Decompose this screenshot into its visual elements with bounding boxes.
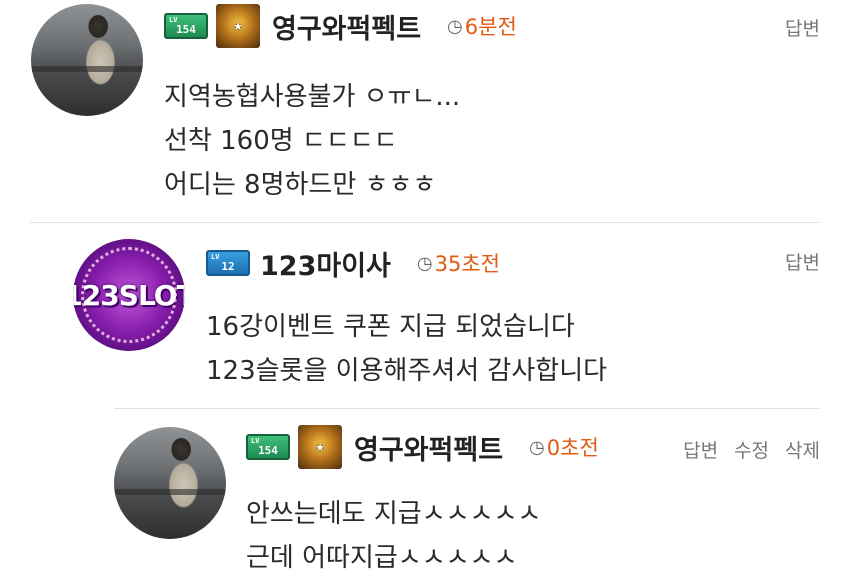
comment-2: 123SLOT LV12 123마이사 ◷35초전 답변 16강이벤트 쿠폰 지… bbox=[0, 222, 850, 408]
comment-body: 안쓰는데도 지급ㅅㅅㅅㅅㅅ 근데 어따지급ㅅㅅㅅㅅㅅ bbox=[246, 492, 541, 580]
comment-body: 16강이벤트 쿠폰 지급 되었습니다 123슬롯을 이용해주셔서 감사합니다 bbox=[206, 305, 607, 393]
comment-actions: 답변 bbox=[785, 14, 820, 41]
nickname[interactable]: 영구와퍽펙트 bbox=[354, 428, 503, 467]
reply-button[interactable]: 답변 bbox=[683, 436, 718, 463]
comment-header: LV 154 ★ 영구와퍽펙트 ◷ 0초전 bbox=[246, 425, 599, 469]
user-avatar[interactable]: 123SLOT bbox=[73, 239, 185, 351]
user-avatar[interactable] bbox=[114, 427, 226, 539]
level-badge-icon: LV 12 bbox=[206, 250, 250, 276]
level-badge-icon: LV 154 bbox=[246, 434, 290, 460]
comment-line: 16강이벤트 쿠폰 지급 되었습니다 bbox=[206, 312, 575, 342]
comment-line: 어디는 8명하드만 ㅎㅎㅎ bbox=[164, 170, 437, 200]
edit-button[interactable]: 수정 bbox=[734, 436, 769, 463]
timestamp: ◷ 35초전 bbox=[416, 252, 500, 276]
comment-1: LV 154 ★ 영구와퍽펙트 ◷ 6분전 답변 지역농협사용불가 ㅇㅠㄴ... 선… bbox=[0, 0, 850, 222]
comment-actions: 답변 수정 삭제 bbox=[683, 436, 820, 463]
user-avatar[interactable] bbox=[31, 4, 143, 116]
clock-icon: ◷ bbox=[529, 436, 545, 458]
rank-badge-icon: ★ bbox=[298, 425, 342, 469]
nickname[interactable]: 123마이사 bbox=[260, 244, 391, 283]
timestamp: ◷ 0초전 bbox=[529, 436, 599, 460]
comment-line: 123슬롯을 이용해주셔서 감사합니다 bbox=[206, 356, 608, 386]
reply-button[interactable]: 답변 bbox=[785, 14, 820, 41]
rank-badge-icon: ★ bbox=[216, 4, 260, 48]
comment-header: LV 12 123마이사 ◷ 35초전 bbox=[206, 243, 500, 283]
level-badge-icon: LV 154 bbox=[164, 13, 208, 39]
comment-3: LV 154 ★ 영구와퍽펙트 ◷ 0초전 답변 수정 삭제 안쓰는데도 지급ㅅㅅㅅ… bbox=[0, 408, 850, 578]
comment-body: 지역농협사용불가 ㅇㅠㄴ... 선착 160명 ㄷㄷㄷㄷ 어디는 8명하드만 ㅎ… bbox=[164, 75, 460, 207]
reply-button[interactable]: 답변 bbox=[785, 248, 820, 275]
timestamp: ◷ 6분전 bbox=[447, 15, 517, 39]
nickname[interactable]: 영구와퍽펙트 bbox=[272, 7, 421, 46]
clock-icon: ◷ bbox=[447, 15, 463, 37]
comment-actions: 답변 bbox=[785, 248, 820, 275]
delete-button[interactable]: 삭제 bbox=[785, 436, 820, 463]
comment-line: 안쓰는데도 지급ㅅㅅㅅㅅㅅ bbox=[246, 499, 542, 529]
clock-icon: ◷ bbox=[416, 252, 433, 274]
comment-line: 지역농협사용불가 ㅇㅠㄴ... bbox=[164, 82, 461, 112]
comment-header: LV 154 ★ 영구와퍽펙트 ◷ 6분전 bbox=[164, 4, 517, 48]
comment-line: 근데 어따지급ㅅㅅㅅㅅㅅ bbox=[246, 543, 518, 573]
avatar-text: 123SLOT bbox=[73, 278, 185, 312]
comment-line: 선착 160명 ㄷㄷㄷㄷ bbox=[164, 126, 398, 156]
